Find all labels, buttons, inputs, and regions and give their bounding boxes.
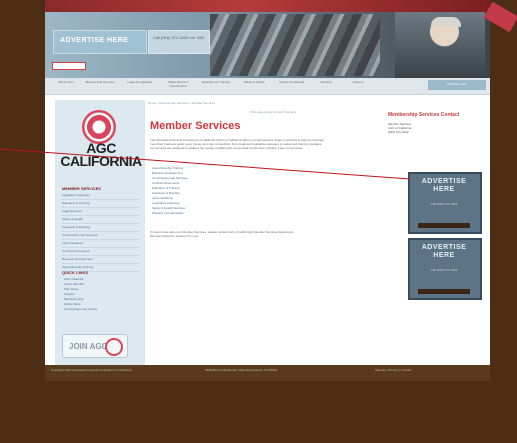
- annotation-line: [0, 148, 411, 180]
- annotation-stroke: [0, 148, 411, 180]
